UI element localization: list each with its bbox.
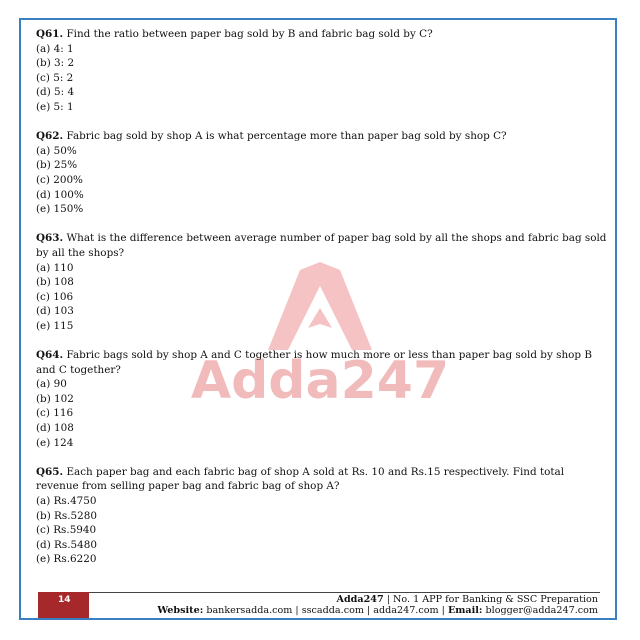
option: (d) 100% bbox=[36, 188, 84, 201]
option: (e) 124 bbox=[36, 436, 74, 449]
question-text: Each paper bag and each fabric bag of sh… bbox=[36, 465, 565, 493]
question-number: Q64. bbox=[36, 349, 64, 362]
option: (a) 4: 1 bbox=[36, 42, 74, 55]
option: (d) 108 bbox=[36, 422, 74, 435]
footer-divider bbox=[38, 592, 600, 593]
question-number: Q63. bbox=[36, 232, 64, 245]
option: (b) 108 bbox=[36, 276, 74, 289]
footer-tagline-line: Adda247 | No. 1 APP for Banking & SSC Pr… bbox=[337, 594, 598, 605]
question-block-q63: Q63. What is the difference between aver… bbox=[36, 231, 608, 333]
question-content: Q61. Find the ratio between paper bag so… bbox=[36, 27, 608, 582]
footer-tagline: | No. 1 APP for Banking & SSC Preparatio… bbox=[386, 594, 598, 605]
website-label: Website: bbox=[157, 605, 204, 616]
option: (c) 200% bbox=[36, 173, 83, 186]
option: (b) 25% bbox=[36, 159, 78, 172]
option: (e) 5: 1 bbox=[36, 100, 74, 113]
option: (d) 5: 4 bbox=[36, 86, 75, 99]
question-block-q65: Q65. Each paper bag and each fabric bag … bbox=[36, 465, 608, 567]
option: (b) 3: 2 bbox=[36, 57, 75, 70]
option: (e) 150% bbox=[36, 203, 84, 216]
option: (c) 5: 2 bbox=[36, 71, 74, 84]
question-text: Fabric bag sold by shop A is what percen… bbox=[66, 130, 507, 143]
question-block-q61: Q61. Find the ratio between paper bag so… bbox=[36, 27, 608, 115]
question-text: Fabric bags sold by shop A and C togethe… bbox=[36, 349, 592, 376]
footer-contact-line: Website: bankersadda.com | sscadda.com |… bbox=[157, 605, 598, 616]
email-label: Email: bbox=[447, 605, 483, 616]
question-number: Q62. bbox=[36, 130, 64, 143]
page-number-badge: 14 bbox=[38, 592, 89, 618]
option: (c) 116 bbox=[36, 407, 74, 420]
question-text: What is the difference between average n… bbox=[36, 232, 607, 259]
option: (b) 102 bbox=[36, 392, 74, 405]
question-block-q64: Q64. Fabric bags sold by shop A and C to… bbox=[36, 348, 608, 450]
option: (e) 115 bbox=[36, 319, 74, 332]
option: (c) 106 bbox=[36, 290, 74, 303]
page-number: 14 bbox=[58, 595, 71, 605]
footer-brand: Adda247 bbox=[336, 594, 384, 605]
option: (a) Rs.4750 bbox=[36, 495, 97, 507]
option: (e) Rs.6220 bbox=[36, 553, 97, 566]
option: (b) Rs.5280 bbox=[36, 509, 97, 522]
option: (a) 110 bbox=[36, 261, 74, 274]
option: (d) Rs.5480 bbox=[36, 538, 97, 551]
website-links[interactable]: bankersadda.com | sscadda.com | adda247.… bbox=[206, 605, 445, 616]
option: (a) 50% bbox=[36, 144, 77, 157]
option: (a) 90 bbox=[36, 378, 67, 391]
question-block-q62: Q62. Fabric bag sold by shop A is what p… bbox=[36, 129, 608, 217]
question-number: Q61. bbox=[36, 28, 64, 40]
question-number: Q65. bbox=[36, 465, 64, 478]
question-text: Find the ratio between paper bag sold by… bbox=[66, 28, 433, 40]
option: (d) 103 bbox=[36, 305, 74, 318]
option: (c) Rs.5940 bbox=[36, 524, 97, 537]
page-footer: 14 Adda247 | No. 1 APP for Banking & SSC… bbox=[38, 592, 600, 618]
email-link[interactable]: blogger@adda247.com bbox=[486, 605, 598, 616]
